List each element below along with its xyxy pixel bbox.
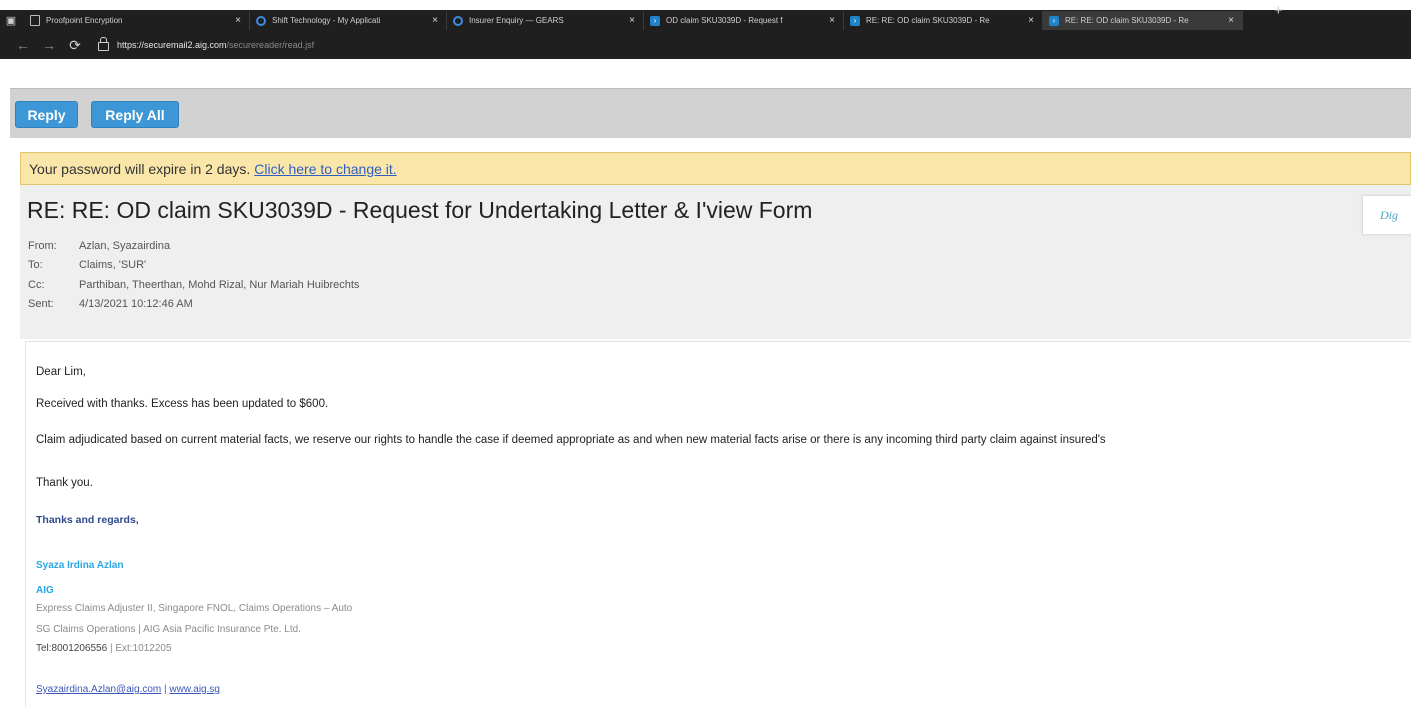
change-password-link[interactable]: Click here to change it. — [254, 161, 396, 177]
close-tab-icon[interactable]: × — [231, 15, 245, 26]
body-line-1: Received with thanks. Excess has been up… — [36, 398, 329, 410]
browser-tab[interactable]: › RE: RE: OD claim SKU3039D - Re × — [844, 11, 1043, 30]
browser-tab[interactable]: › RE: RE: OD claim SKU3039D - Re × — [1043, 11, 1243, 30]
forward-icon[interactable]: → — [36, 37, 62, 53]
body-greeting: Dear Lim, — [36, 366, 86, 378]
arrow-icon: › — [850, 15, 860, 26]
cc-value: Parthiban, Theerthan, Mohd Rizal, Nur Ma… — [79, 278, 360, 291]
signature-links: Syazairdina.Azlan@aig.com | www.aig.sg — [36, 684, 220, 695]
cc-label: Cc: — [28, 278, 45, 291]
reply-all-button[interactable]: Reply All — [91, 101, 179, 128]
close-tab-icon[interactable]: × — [625, 15, 639, 26]
signature-ext: | Ext:1012205 — [107, 643, 172, 654]
from-value: Azlan, Syazairdina — [79, 239, 171, 252]
tab-title: Shift Technology - My Applicati — [272, 16, 381, 25]
tab-title: RE: RE: OD claim SKU3039D - Re — [866, 16, 990, 25]
to-label: To: — [28, 259, 43, 272]
back-icon[interactable]: ← — [10, 37, 36, 53]
signature-phone: Tel:8001206556 | Ext:1012205 — [36, 643, 172, 654]
from-label: From: — [28, 239, 57, 252]
refresh-icon[interactable]: ⟳ — [62, 37, 88, 54]
tab-title: Proofpoint Encryption — [46, 16, 123, 25]
signature-web-link[interactable]: www.aig.sg — [169, 684, 220, 695]
browser-tab[interactable]: Insurer Enquiry — GEARS × — [447, 11, 644, 30]
browser-tab[interactable]: › OD claim SKU3039D - Request f × — [644, 11, 844, 30]
sent-label: Sent: — [28, 298, 54, 311]
signature-company: AIG — [36, 585, 54, 596]
sidebar-toggle-icon[interactable]: ▣ — [0, 10, 22, 31]
to-value: Claims, 'SUR' — [79, 259, 147, 272]
reply-button[interactable]: Reply — [15, 101, 78, 128]
address-bar: ← → ⟳ https://securemail2.aig.com /secur… — [0, 31, 1411, 59]
new-tab-button[interactable]: + — [1274, 2, 1283, 19]
url-field[interactable]: https://securemail2.aig.com /securereade… — [98, 37, 315, 51]
signature-tel: Tel:8001206556 — [36, 643, 108, 654]
signature-name: Syaza Irdina Azlan — [36, 560, 124, 571]
close-tab-icon[interactable]: × — [1224, 15, 1238, 26]
message-toolbar: Reply Reply All — [10, 88, 1411, 138]
browser-tab[interactable]: Shift Technology - My Applicati × — [250, 11, 447, 30]
password-expiry-notice: Your password will expire in 2 days. Cli… — [20, 152, 1411, 185]
close-tab-icon[interactable]: × — [428, 15, 442, 26]
close-tab-icon[interactable]: × — [1024, 15, 1038, 26]
sent-value: 4/13/2021 10:12:46 AM — [79, 298, 193, 311]
url-host: https://securemail2.aig.com — [117, 40, 227, 50]
page-icon — [30, 15, 40, 26]
signature-title: Express Claims Adjuster II, Singapore FN… — [36, 603, 353, 614]
side-tab[interactable]: Dig — [1362, 195, 1411, 235]
signature-dept: SG Claims Operations | AIG Asia Pacific … — [36, 624, 301, 635]
tab-title: OD claim SKU3039D - Request f — [666, 16, 783, 25]
browser-tab[interactable]: Proofpoint Encryption × — [24, 11, 250, 30]
signature-email-link[interactable]: Syazairdina.Azlan@aig.com — [36, 684, 161, 695]
url-path: /securereader/read.jsf — [226, 40, 315, 50]
notice-text: Your password will expire in 2 days. — [29, 160, 251, 177]
ring-icon — [256, 15, 266, 26]
message-meta: From: Azlan, Syazairdina To: Claims, 'SUR'… — [28, 236, 359, 314]
arrow-icon: › — [1049, 15, 1059, 26]
body-closing: Thanks and regards, — [36, 514, 139, 526]
lock-icon — [98, 37, 109, 51]
tab-title: Insurer Enquiry — GEARS — [469, 16, 564, 25]
message-body-panel — [25, 341, 1411, 707]
ring-icon — [453, 15, 463, 26]
arrow-icon: › — [650, 15, 660, 26]
body-line-3: Thank you. — [36, 477, 93, 489]
close-tab-icon[interactable]: × — [825, 15, 839, 26]
tab-title: RE: RE: OD claim SKU3039D - Re — [1065, 16, 1189, 25]
message-subject: RE: RE: OD claim SKU3039D - Request for … — [27, 197, 813, 223]
body-line-2: Claim adjudicated based on current mater… — [36, 434, 1106, 446]
